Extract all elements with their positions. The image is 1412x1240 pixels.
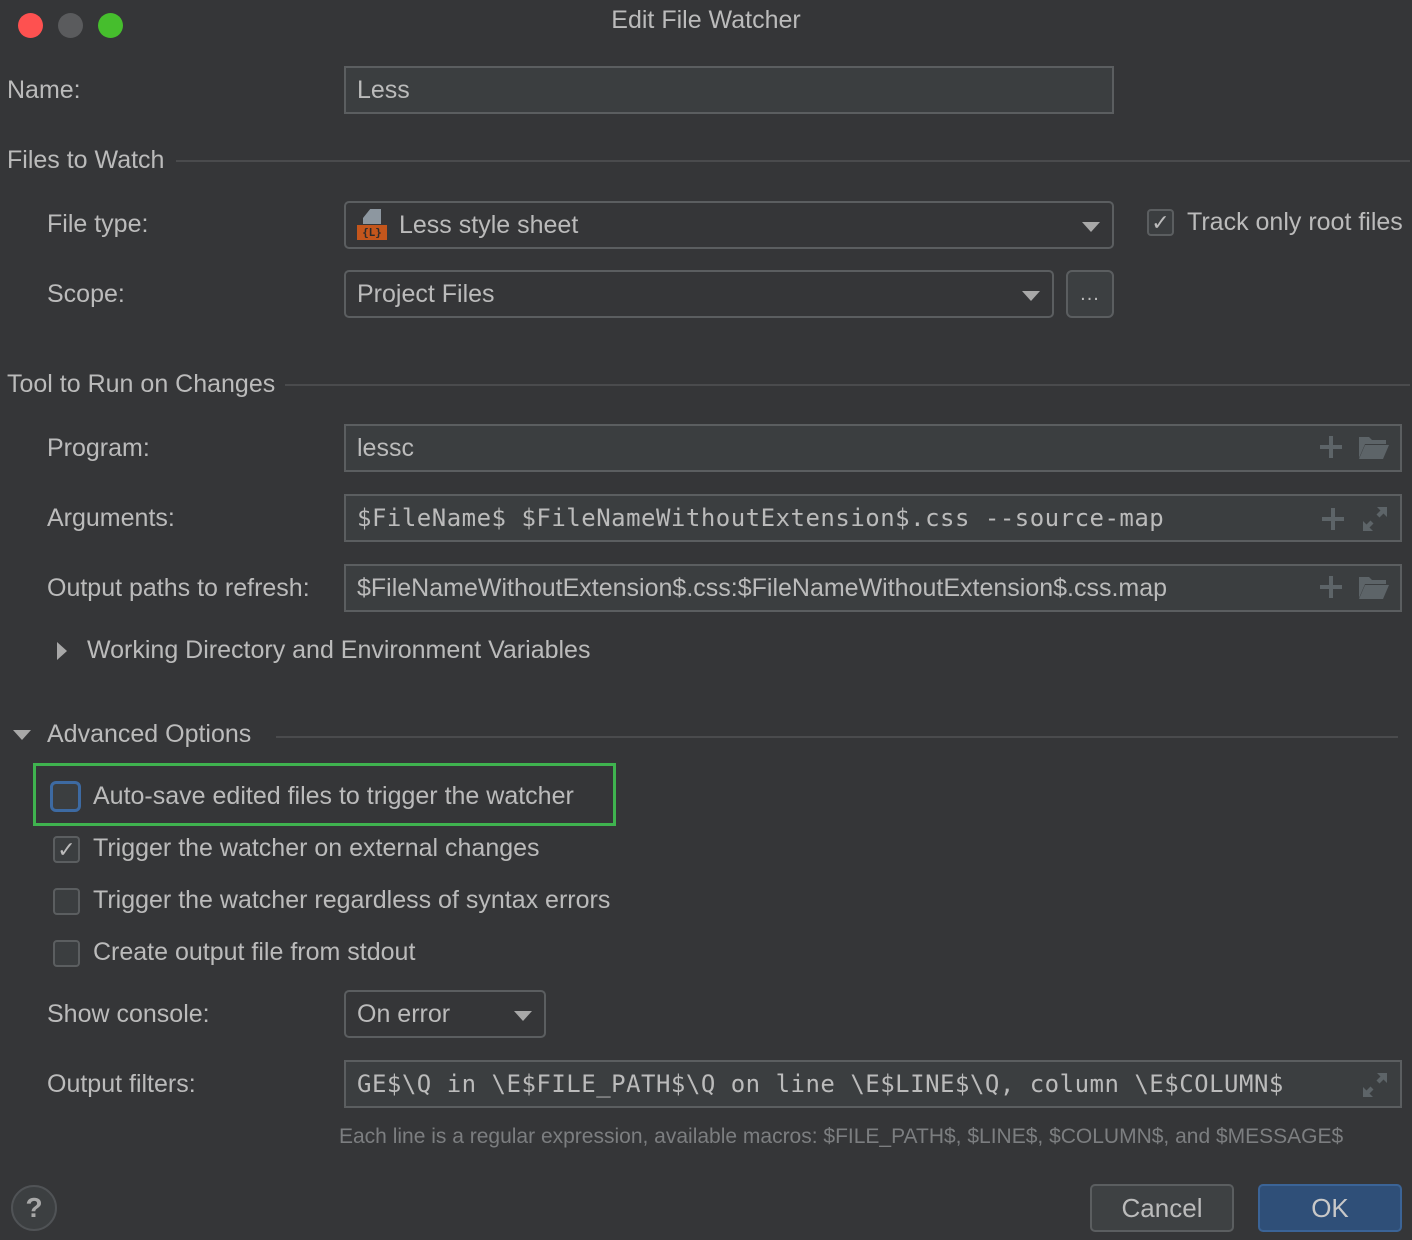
separator xyxy=(176,160,1410,162)
output-paths-value: $FileNameWithoutExtension$.css:$FileName… xyxy=(357,573,1168,602)
chevron-down-icon xyxy=(514,1011,532,1021)
separator xyxy=(276,736,1398,738)
checkmark-icon: ✓ xyxy=(1151,209,1170,235)
trigger-syntax-errors-checkbox[interactable] xyxy=(53,888,80,915)
checkmark-icon: ✓ xyxy=(57,836,76,862)
create-output-stdout-checkbox[interactable] xyxy=(53,940,80,967)
file-type-dropdown[interactable]: {L} Less style sheet xyxy=(344,201,1114,249)
file-type-label: File type: xyxy=(47,210,149,238)
arguments-label: Arguments: xyxy=(47,504,175,532)
chevron-down-icon xyxy=(1082,222,1100,232)
track-only-root-checkbox[interactable]: ✓ xyxy=(1147,209,1174,236)
program-value: lessc xyxy=(357,433,414,462)
working-dir-label[interactable]: Working Directory and Environment Variab… xyxy=(87,636,590,665)
chevron-down-icon xyxy=(1022,291,1040,301)
output-paths-field[interactable]: $FileNameWithoutExtension$.css:$FileName… xyxy=(344,564,1402,612)
name-label: Name: xyxy=(7,76,81,104)
scope-browse-button[interactable]: ... xyxy=(1066,270,1114,318)
help-button[interactable]: ? xyxy=(11,1185,57,1231)
expand-working-dir-toggle[interactable] xyxy=(57,642,67,660)
auto-save-label: Auto-save edited files to trigger the wa… xyxy=(93,782,574,810)
name-field[interactable]: Less xyxy=(344,66,1114,114)
arguments-field[interactable]: $FileName$ $FileNameWithoutExtension$.cs… xyxy=(344,494,1402,542)
chevron-right-icon xyxy=(57,642,67,660)
ellipsis-icon: ... xyxy=(1080,283,1100,305)
folder-open-icon[interactable] xyxy=(1358,434,1390,460)
files-to-watch-heading: Files to Watch xyxy=(7,146,165,174)
program-label: Program: xyxy=(47,434,150,462)
file-type-value: Less style sheet xyxy=(399,210,579,239)
ok-button[interactable]: OK xyxy=(1258,1184,1402,1232)
auto-save-checkbox[interactable] xyxy=(50,781,81,812)
trigger-syntax-errors-label: Trigger the watcher regardless of syntax… xyxy=(93,886,611,914)
output-filters-label: Output filters: xyxy=(47,1070,196,1098)
scope-dropdown[interactable]: Project Files xyxy=(344,270,1054,318)
output-paths-label: Output paths to refresh: xyxy=(47,574,310,602)
collapse-advanced-toggle[interactable] xyxy=(13,730,31,740)
insert-macro-icon[interactable] xyxy=(1318,574,1344,600)
create-output-stdout-label: Create output file from stdout xyxy=(93,938,416,966)
advanced-options-heading[interactable]: Advanced Options xyxy=(47,720,251,749)
expand-icon[interactable] xyxy=(1360,504,1390,534)
output-filters-field[interactable]: GE$\Q in \E$FILE_PATH$\Q on line \E$LINE… xyxy=(344,1060,1402,1108)
output-filters-value: GE$\Q in \E$FILE_PATH$\Q on line \E$LINE… xyxy=(357,1070,1284,1098)
insert-macro-icon[interactable] xyxy=(1318,434,1344,460)
output-filters-hint: Each line is a regular expression, avail… xyxy=(339,1125,1344,1148)
show-console-dropdown[interactable]: On error xyxy=(344,990,546,1038)
chevron-down-icon xyxy=(13,730,31,740)
trigger-external-checkbox[interactable]: ✓ xyxy=(53,836,80,863)
scope-value: Project Files xyxy=(357,279,495,308)
insert-macro-icon[interactable] xyxy=(1320,506,1346,532)
cancel-button[interactable]: Cancel xyxy=(1090,1184,1234,1232)
arguments-value: $FileName$ $FileNameWithoutExtension$.cs… xyxy=(357,504,1165,532)
window-title: Edit File Watcher xyxy=(611,6,801,34)
show-console-label: Show console: xyxy=(47,1000,210,1028)
separator xyxy=(285,384,1410,386)
name-value: Less xyxy=(357,75,410,104)
track-only-root-label: Track only root files xyxy=(1187,208,1403,236)
folder-open-icon[interactable] xyxy=(1358,574,1390,600)
help-icon: ? xyxy=(25,1192,43,1223)
program-field[interactable]: lessc xyxy=(344,424,1402,472)
scope-label: Scope: xyxy=(47,280,125,308)
show-console-value: On error xyxy=(357,999,451,1028)
trigger-external-label: Trigger the watcher on external changes xyxy=(93,834,540,862)
expand-icon[interactable] xyxy=(1360,1070,1390,1100)
tool-to-run-heading: Tool to Run on Changes xyxy=(7,370,276,398)
less-file-icon: {L} xyxy=(357,209,389,241)
